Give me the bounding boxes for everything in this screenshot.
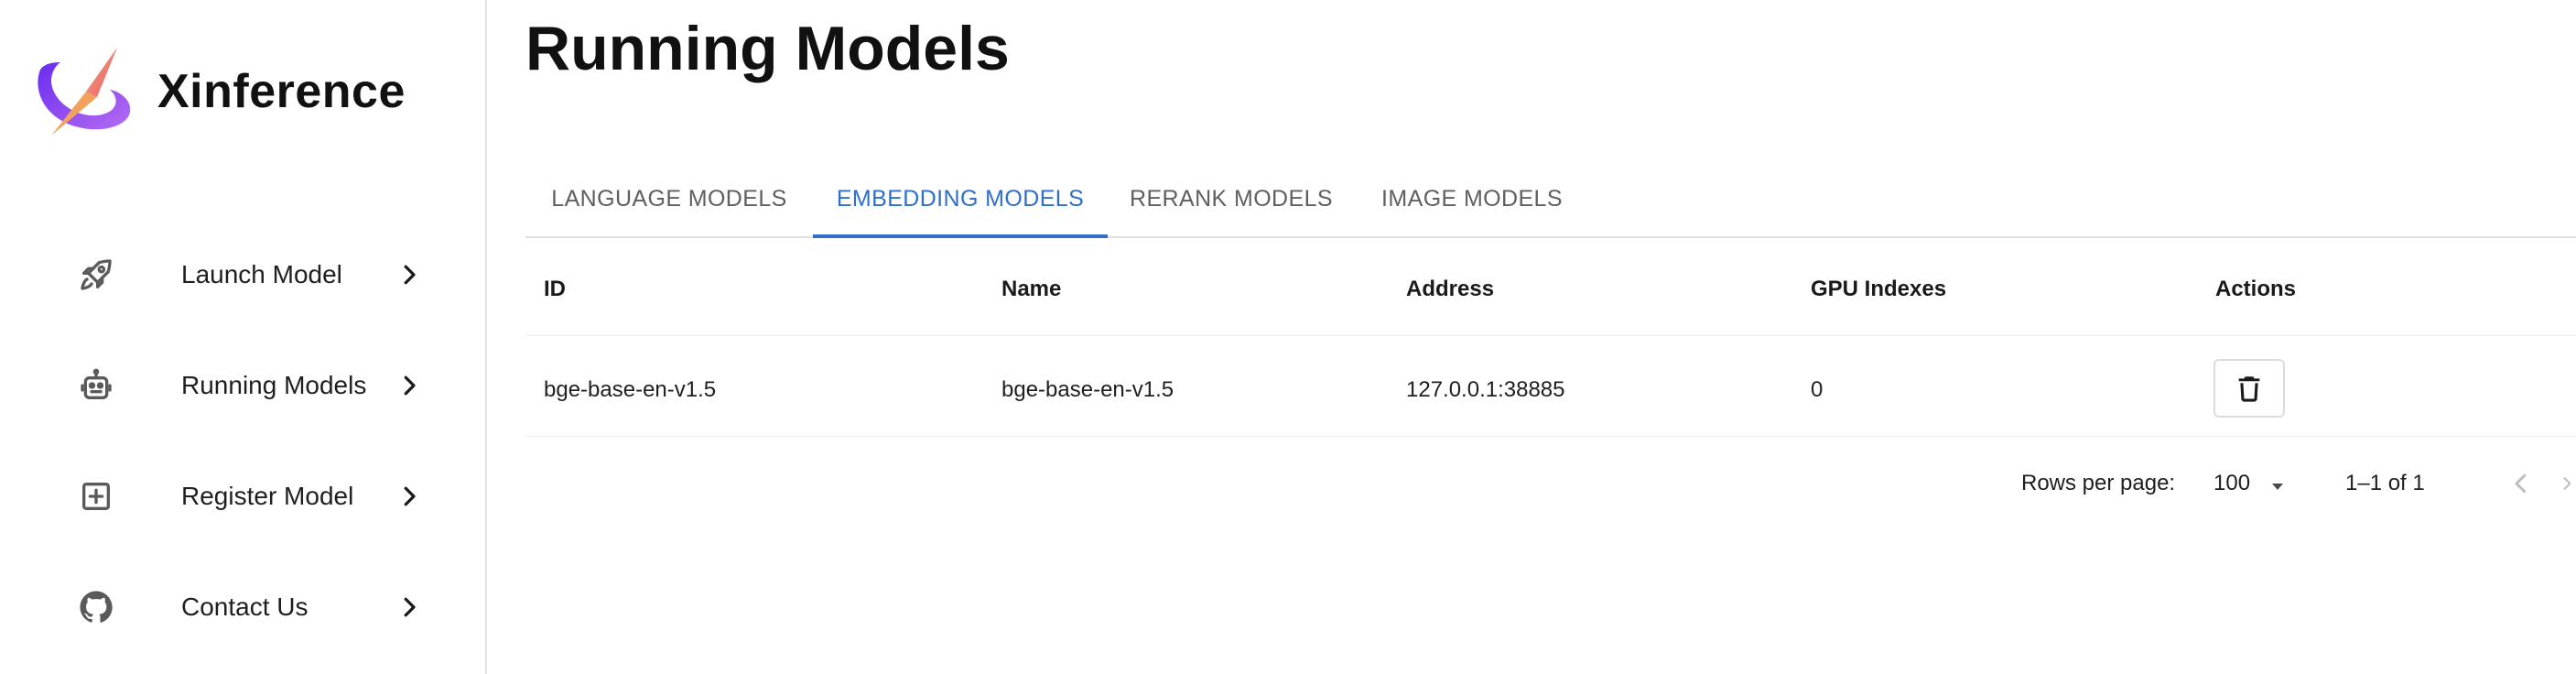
rocket-icon <box>75 254 117 296</box>
tab-rerank-models[interactable]: RERANK MODELS <box>1108 161 1355 236</box>
sidebar-item-label: Running Models <box>181 371 367 399</box>
sidebar-item-label: Register Model <box>181 482 354 510</box>
brand-name: Xinference <box>157 65 406 118</box>
column-header-gpu-indexes[interactable]: GPU Indexes <box>1811 277 1946 302</box>
active-tab-indicator <box>813 234 1108 238</box>
chevron-left-icon <box>2515 473 2527 494</box>
chevron-right-icon <box>404 265 416 285</box>
rows-per-page-value: 100 <box>2213 471 2251 495</box>
robot-icon <box>75 364 117 407</box>
model-type-tabs: LANGUAGE MODELS EMBEDDING MODELS RERANK … <box>525 161 2576 238</box>
cell-name: bge-base-en-v1.5 <box>1001 377 1174 402</box>
sidebar-item-contact-us[interactable]: Contact Us <box>0 561 485 653</box>
column-header-name[interactable]: Name <box>1001 277 1061 302</box>
tab-image-models[interactable]: IMAGE MODELS <box>1355 161 1589 236</box>
tab-embedding-models[interactable]: EMBEDDING MODELS <box>813 161 1108 236</box>
plus-box-icon <box>75 475 117 517</box>
main-content: Running Models LANGUAGE MODELS EMBEDDING… <box>487 0 2576 674</box>
sidebar-item-register-model[interactable]: Register Model <box>0 451 485 542</box>
page-title: Running Models <box>525 14 1010 83</box>
previous-page-button[interactable] <box>2503 465 2539 502</box>
chevron-right-icon <box>404 375 416 396</box>
cell-id: bge-base-en-v1.5 <box>544 377 717 402</box>
sidebar-item-label: Launch Model <box>181 260 342 288</box>
chevron-right-icon <box>404 486 416 506</box>
chevron-right-icon <box>2563 477 2571 490</box>
trash-icon <box>2238 376 2260 402</box>
table-pagination: Rows per page: 100 1–1 of 1 <box>525 458 2576 513</box>
sidebar: Xinference Launch Model Running Models R… <box>0 0 487 674</box>
xinference-logo <box>38 48 131 136</box>
rows-per-page-select[interactable]: 100 <box>2203 462 2294 506</box>
github-icon <box>75 586 117 628</box>
chevron-right-icon <box>404 597 416 617</box>
column-header-actions[interactable]: Actions <box>2215 277 2296 302</box>
cell-gpu-indexes: 0 <box>1811 377 1824 402</box>
header-divider <box>525 335 2576 336</box>
caret-down-icon <box>2272 484 2283 490</box>
rows-per-page-label: Rows per page: <box>2021 471 2176 495</box>
sidebar-item-label: Contact Us <box>181 592 308 621</box>
app-root: Xinference Launch Model Running Models R… <box>0 0 2576 674</box>
sidebar-item-launch-model[interactable]: Launch Model <box>0 229 485 321</box>
sidebar-item-running-models[interactable]: Running Models <box>0 340 485 431</box>
tab-language-models[interactable]: LANGUAGE MODELS <box>525 161 813 236</box>
brand[interactable]: Xinference <box>33 44 406 139</box>
column-header-id[interactable]: ID <box>544 277 566 302</box>
next-page-button[interactable] <box>2558 465 2576 502</box>
row-divider <box>525 436 2576 437</box>
delete-model-button[interactable] <box>2213 359 2285 418</box>
pagination-range: 1–1 of 1 <box>2345 471 2425 495</box>
cell-address: 127.0.0.1:38885 <box>1406 377 1565 402</box>
column-header-address[interactable]: Address <box>1406 277 1494 302</box>
